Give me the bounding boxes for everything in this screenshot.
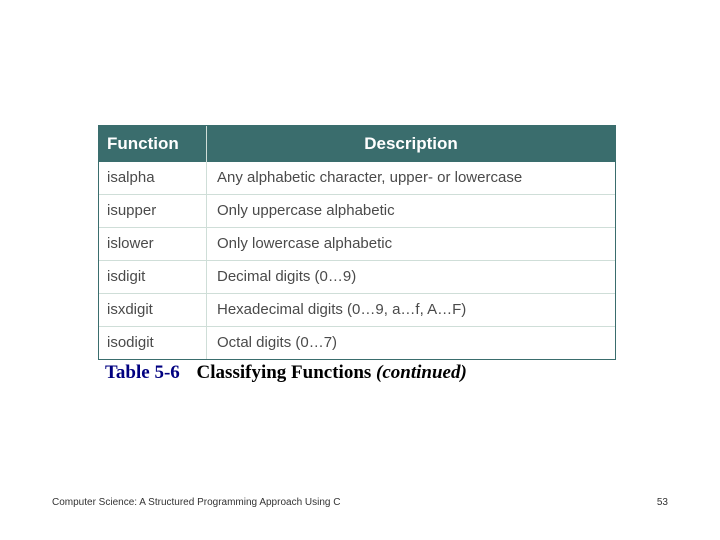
table-row: isalpha Any alphabetic character, upper-… — [99, 162, 615, 194]
caption-title: Classifying Functions — [197, 362, 376, 383]
cell-function: islower — [99, 228, 207, 260]
cell-description: Only lowercase alphabetic — [207, 228, 615, 260]
table-row: isdigit Decimal digits (0…9) — [99, 260, 615, 293]
footer-book-title: Computer Science: A Structured Programmi… — [52, 497, 340, 508]
table-row: isxdigit Hexadecimal digits (0…9, a…f, A… — [99, 293, 615, 326]
cell-description: Decimal digits (0…9) — [207, 261, 615, 293]
table-row: isodigit Octal digits (0…7) — [99, 326, 615, 359]
functions-table: Function Description isalpha Any alphabe… — [98, 125, 616, 360]
table-header-row: Function Description — [99, 126, 615, 162]
header-function: Function — [99, 126, 207, 162]
cell-description: Hexadecimal digits (0…9, a…f, A…F) — [207, 294, 615, 326]
cell-description: Only uppercase alphabetic — [207, 195, 615, 227]
table-row: isupper Only uppercase alphabetic — [99, 194, 615, 227]
header-description: Description — [207, 126, 615, 162]
cell-function: isupper — [99, 195, 207, 227]
cell-function: isdigit — [99, 261, 207, 293]
page-footer: Computer Science: A Structured Programmi… — [52, 497, 668, 508]
footer-page-number: 53 — [657, 497, 668, 508]
table-body: isalpha Any alphabetic character, upper-… — [99, 162, 615, 359]
cell-function: isodigit — [99, 327, 207, 359]
table-caption: Table 5-6 Classifying Functions (continu… — [105, 362, 467, 384]
caption-tail: (continued) — [376, 362, 467, 383]
cell-description: Any alphabetic character, upper- or lowe… — [207, 162, 615, 194]
cell-description: Octal digits (0…7) — [207, 327, 615, 359]
table-row: islower Only lowercase alphabetic — [99, 227, 615, 260]
cell-function: isxdigit — [99, 294, 207, 326]
caption-label: Table 5-6 — [105, 362, 180, 383]
cell-function: isalpha — [99, 162, 207, 194]
